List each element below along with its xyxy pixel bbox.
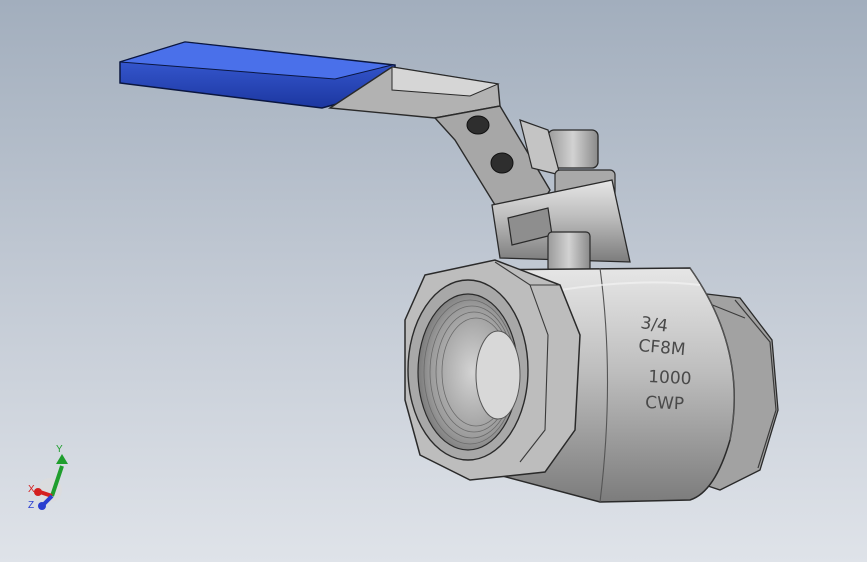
stem-neck <box>547 231 591 273</box>
marking-material: CF8M <box>638 336 687 360</box>
marking-size: 3/4 <box>639 313 669 337</box>
marking-rating: CWP <box>645 393 685 414</box>
handle-lever[interactable] <box>119 41 551 223</box>
handle-hole-lower <box>490 152 514 174</box>
ball-valve-model[interactable]: 3/4 CF8M 1000 CWP <box>0 0 867 562</box>
triad-z-tip <box>38 502 46 510</box>
reference-triad: Y X Z <box>28 444 68 511</box>
triad-x-label: X <box>28 484 35 495</box>
end-cap-left <box>404 259 581 481</box>
triad-y-label: Y <box>56 444 63 455</box>
triad-x-tip <box>34 488 42 496</box>
marking-pressure: 1000 <box>648 367 692 389</box>
handle-hole-upper <box>466 115 490 135</box>
triad-y-arrow <box>56 454 68 464</box>
3d-viewport[interactable]: 3/4 CF8M 1000 CWP Y X Z <box>0 0 867 562</box>
bore-ball <box>475 330 521 420</box>
triad-z-label: Z <box>28 500 34 511</box>
